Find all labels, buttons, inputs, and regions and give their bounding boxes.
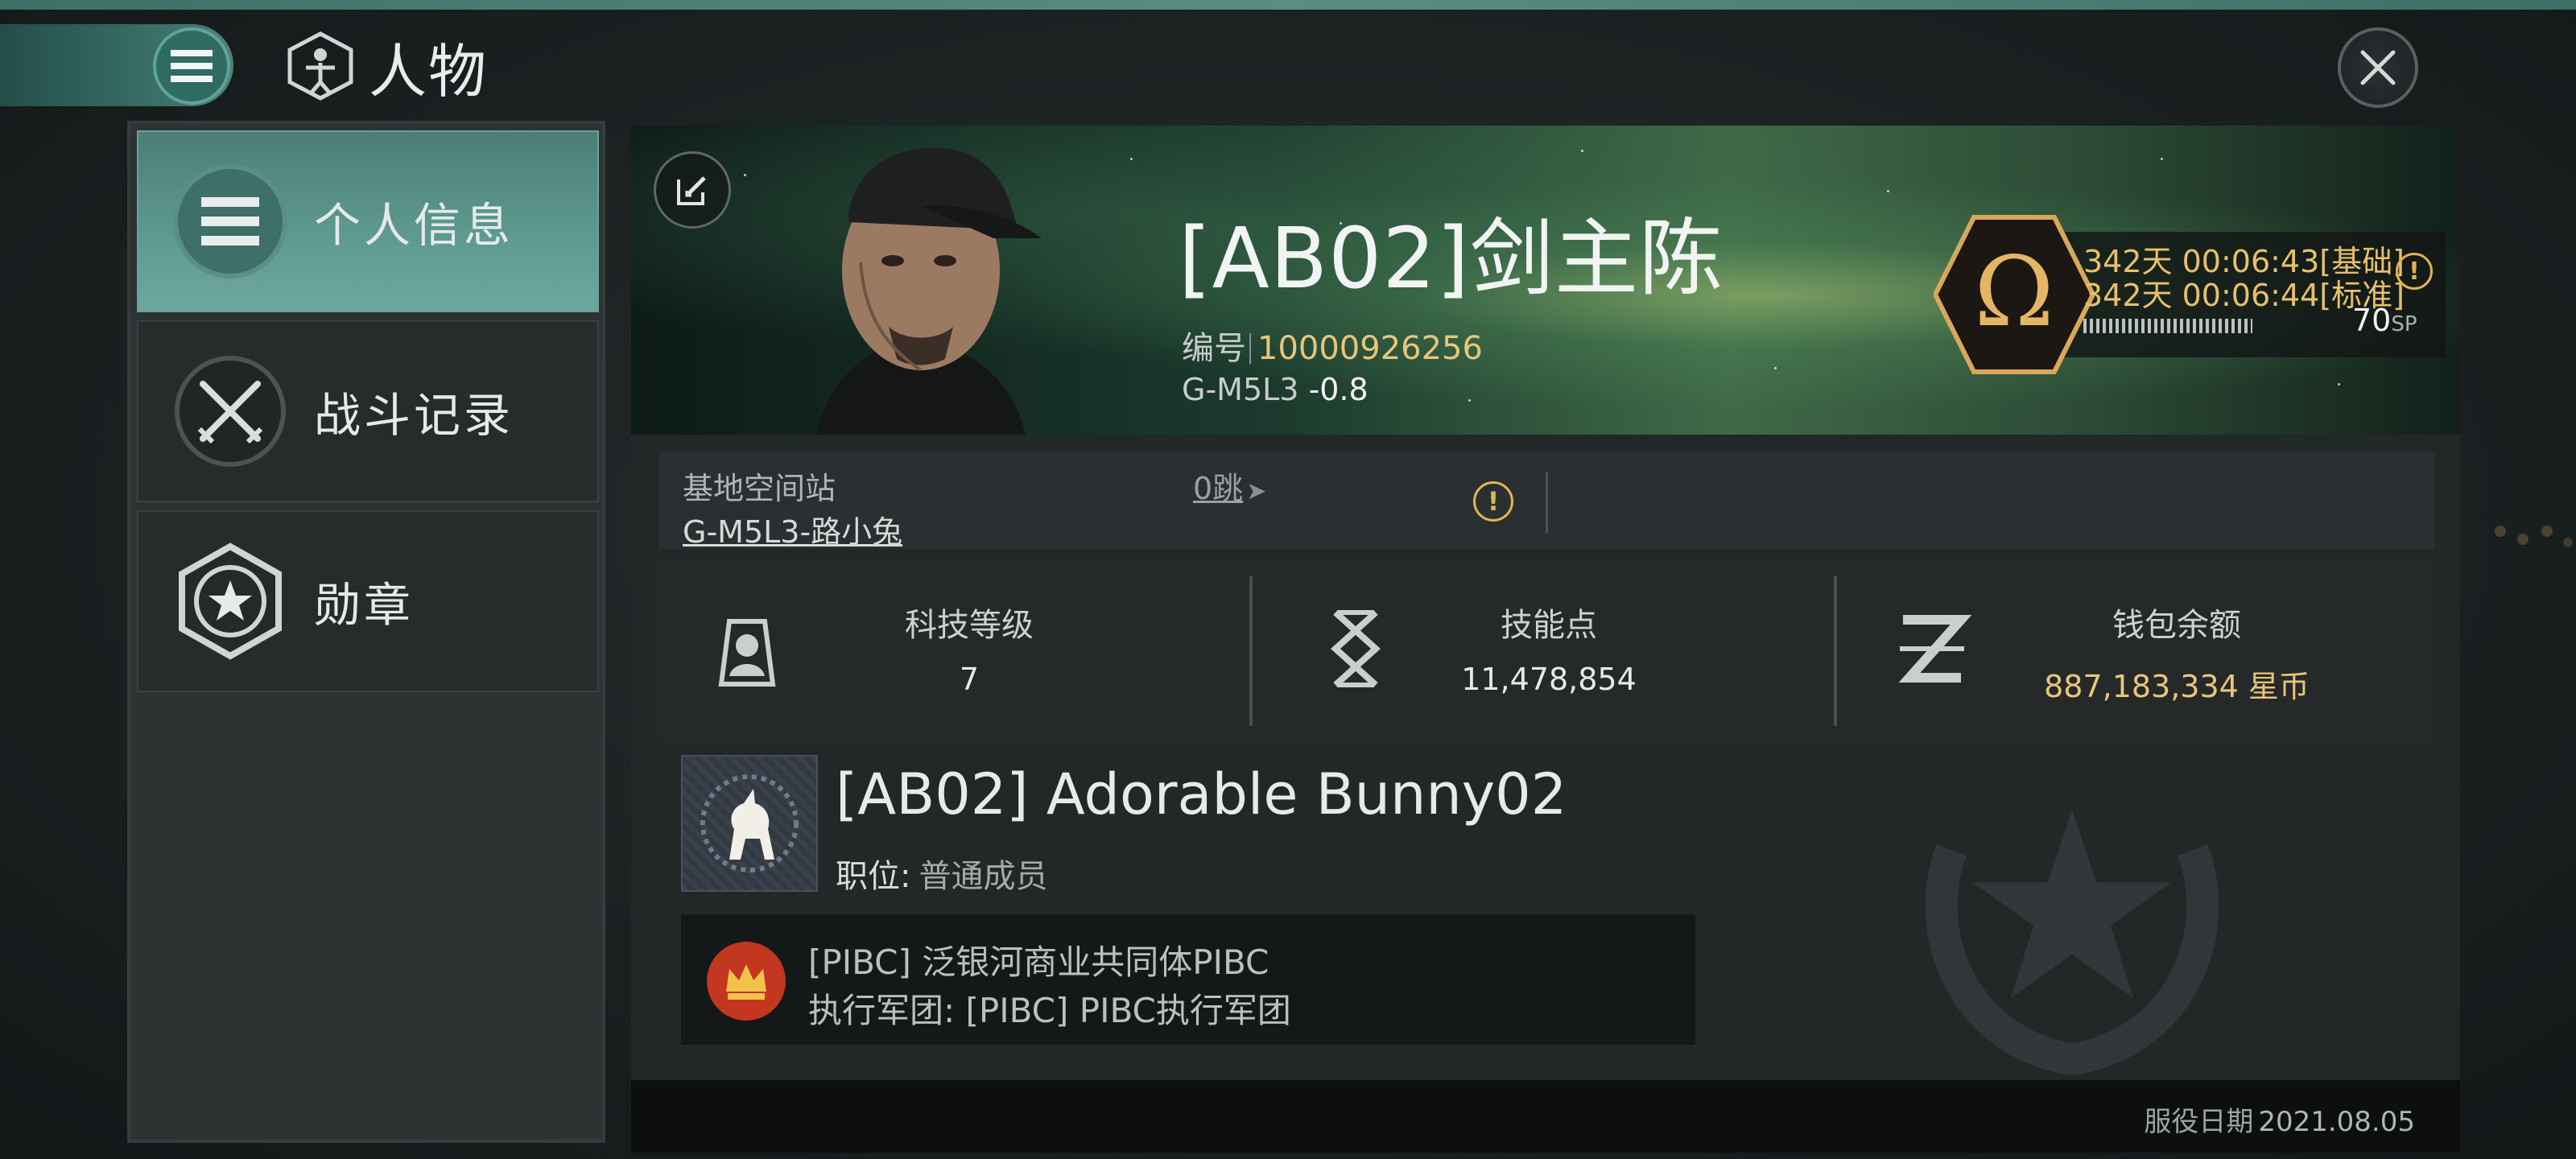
character-id-row: 编号 10000926256 [1182, 322, 1483, 369]
omega-icon: Ω [1934, 215, 2095, 374]
home-station-row: 基地空间站 G-M5L3-路小兔 0跳 ➤ ! [658, 452, 2434, 551]
profile-panel: [AB02]剑主陈 编号 10000926256 G-M5L3 -0.8 Ω 34… [631, 126, 2460, 1153]
character-screen: 人物 个人信息 战斗记录 勋章 [AB02]剑主陈 编号 10000926256… [0, 0, 2576, 1159]
character-id-label: 编号 [1182, 330, 1246, 367]
empire-emblem-watermark [1925, 810, 2219, 1076]
stat-label: 科技等级 [905, 607, 1034, 644]
page-title: 人物 [369, 37, 489, 105]
edit-profile-button[interactable] [654, 151, 731, 229]
sp-progress-fill [2083, 319, 2252, 333]
character-portrait [752, 126, 1082, 435]
jumps-text: 0跳 [1193, 471, 1244, 506]
unicorn-icon [700, 774, 799, 872]
jumps-link[interactable]: 0跳 ➤ [1193, 464, 1266, 508]
character-id-value: 10000926256 [1257, 330, 1483, 367]
sidebar-item-combat-log[interactable]: 战斗记录 [137, 320, 599, 502]
top-accent-strip [0, 0, 2576, 10]
close-button[interactable] [2338, 27, 2418, 108]
footer-bar: 服役日期 2021.08.05 [631, 1080, 2460, 1153]
sidebar-item-label: 勋章 [314, 578, 415, 633]
alliance-name: [PIBC] 泛银河商业共同体PIBC [808, 942, 1269, 982]
svg-text:Ω: Ω [1974, 237, 2054, 349]
crossed-swords-icon [171, 352, 290, 471]
corporation-name: [AB02] Adorable Bunny02 [836, 761, 1567, 827]
omega-status[interactable]: Ω 342天 00:06:43[基础] 342天 00:06:44[标准] ! … [1934, 212, 2449, 374]
role-label: 职位: [836, 858, 911, 895]
main-menu-button[interactable] [153, 27, 230, 105]
tech-level-icon [699, 600, 795, 697]
sp-value-row: 70SP [2352, 303, 2417, 338]
home-station-link[interactable]: G-M5L3-路小兔 [683, 507, 902, 551]
station-warning-icon[interactable]: ! [1473, 481, 1513, 522]
sidebar-item-label: 个人信息 [314, 198, 514, 253]
stat-wallet[interactable]: 钱包余额 887,183,334 星币 [1835, 560, 2434, 742]
star-badge-icon [171, 542, 290, 661]
sidebar-item-label: 战斗记录 [314, 388, 514, 443]
page-header: 人物 [287, 24, 488, 108]
sidebar: 个人信息 战斗记录 勋章 [127, 121, 605, 1143]
service-date-label: 服役日期 [2144, 1106, 2254, 1138]
omega-warning-icon[interactable]: ! [2396, 253, 2433, 290]
sp-value: 70 [2352, 303, 2392, 338]
wallet-icon [1884, 600, 1980, 697]
alliance-card[interactable]: [PIBC] 泛银河商业共同体PIBC 执行军团: [PIBC] PIBC执行军… [681, 914, 1695, 1045]
close-icon [2360, 50, 2396, 85]
character-location: G-M5L3 -0.8 [1182, 372, 1368, 407]
corporation-logo[interactable] [681, 755, 818, 892]
list-icon [171, 162, 290, 281]
sidebar-item-medals[interactable]: 勋章 [137, 510, 599, 692]
executor-corp: 执行军团: [PIBC] PIBC执行军团 [808, 991, 1291, 1030]
stat-value: 7 [959, 662, 980, 697]
navigate-arrow-icon: ➤ [1246, 477, 1267, 505]
edit-icon [677, 176, 706, 205]
role-value: 普通成员 [919, 858, 1048, 895]
stat-value: 11,478,854 [1461, 662, 1637, 697]
character-icon [287, 31, 353, 101]
sidebar-item-profile[interactable]: 个人信息 [137, 130, 599, 312]
profile-banner: [AB02]剑主陈 编号 10000926256 G-M5L3 -0.8 Ω 34… [631, 126, 2460, 435]
stat-label: 钱包余额 [2112, 607, 2241, 644]
corporation-role: 职位: 普通成员 [836, 850, 1047, 897]
hamburger-icon [171, 50, 213, 82]
stat-skill-points: 技能点 11,478,854 [1251, 560, 1835, 742]
stat-label: 技能点 [1501, 607, 1597, 644]
location-security: -0.8 [1308, 372, 1368, 407]
stat-value: 887,183,334 星币 [2044, 669, 2310, 704]
divider [1546, 472, 1548, 533]
background-decoration [2495, 526, 2573, 547]
stat-tech-level: 科技等级 7 [658, 560, 1251, 742]
stats-row: 科技等级 7 技能点 11,478,854 钱包余额 887,183,334 星… [658, 560, 2434, 742]
home-station-label: 基地空间站 [683, 471, 836, 506]
location-system: G-M5L3 [1182, 372, 1299, 407]
service-date: 2021.08.05 [2258, 1106, 2415, 1138]
sp-unit: SP [2391, 312, 2417, 336]
service-date-row: 服役日期 2021.08.05 [2144, 1099, 2415, 1139]
character-name: [AB02]剑主陈 [1179, 209, 1724, 307]
crown-icon [707, 942, 786, 1021]
